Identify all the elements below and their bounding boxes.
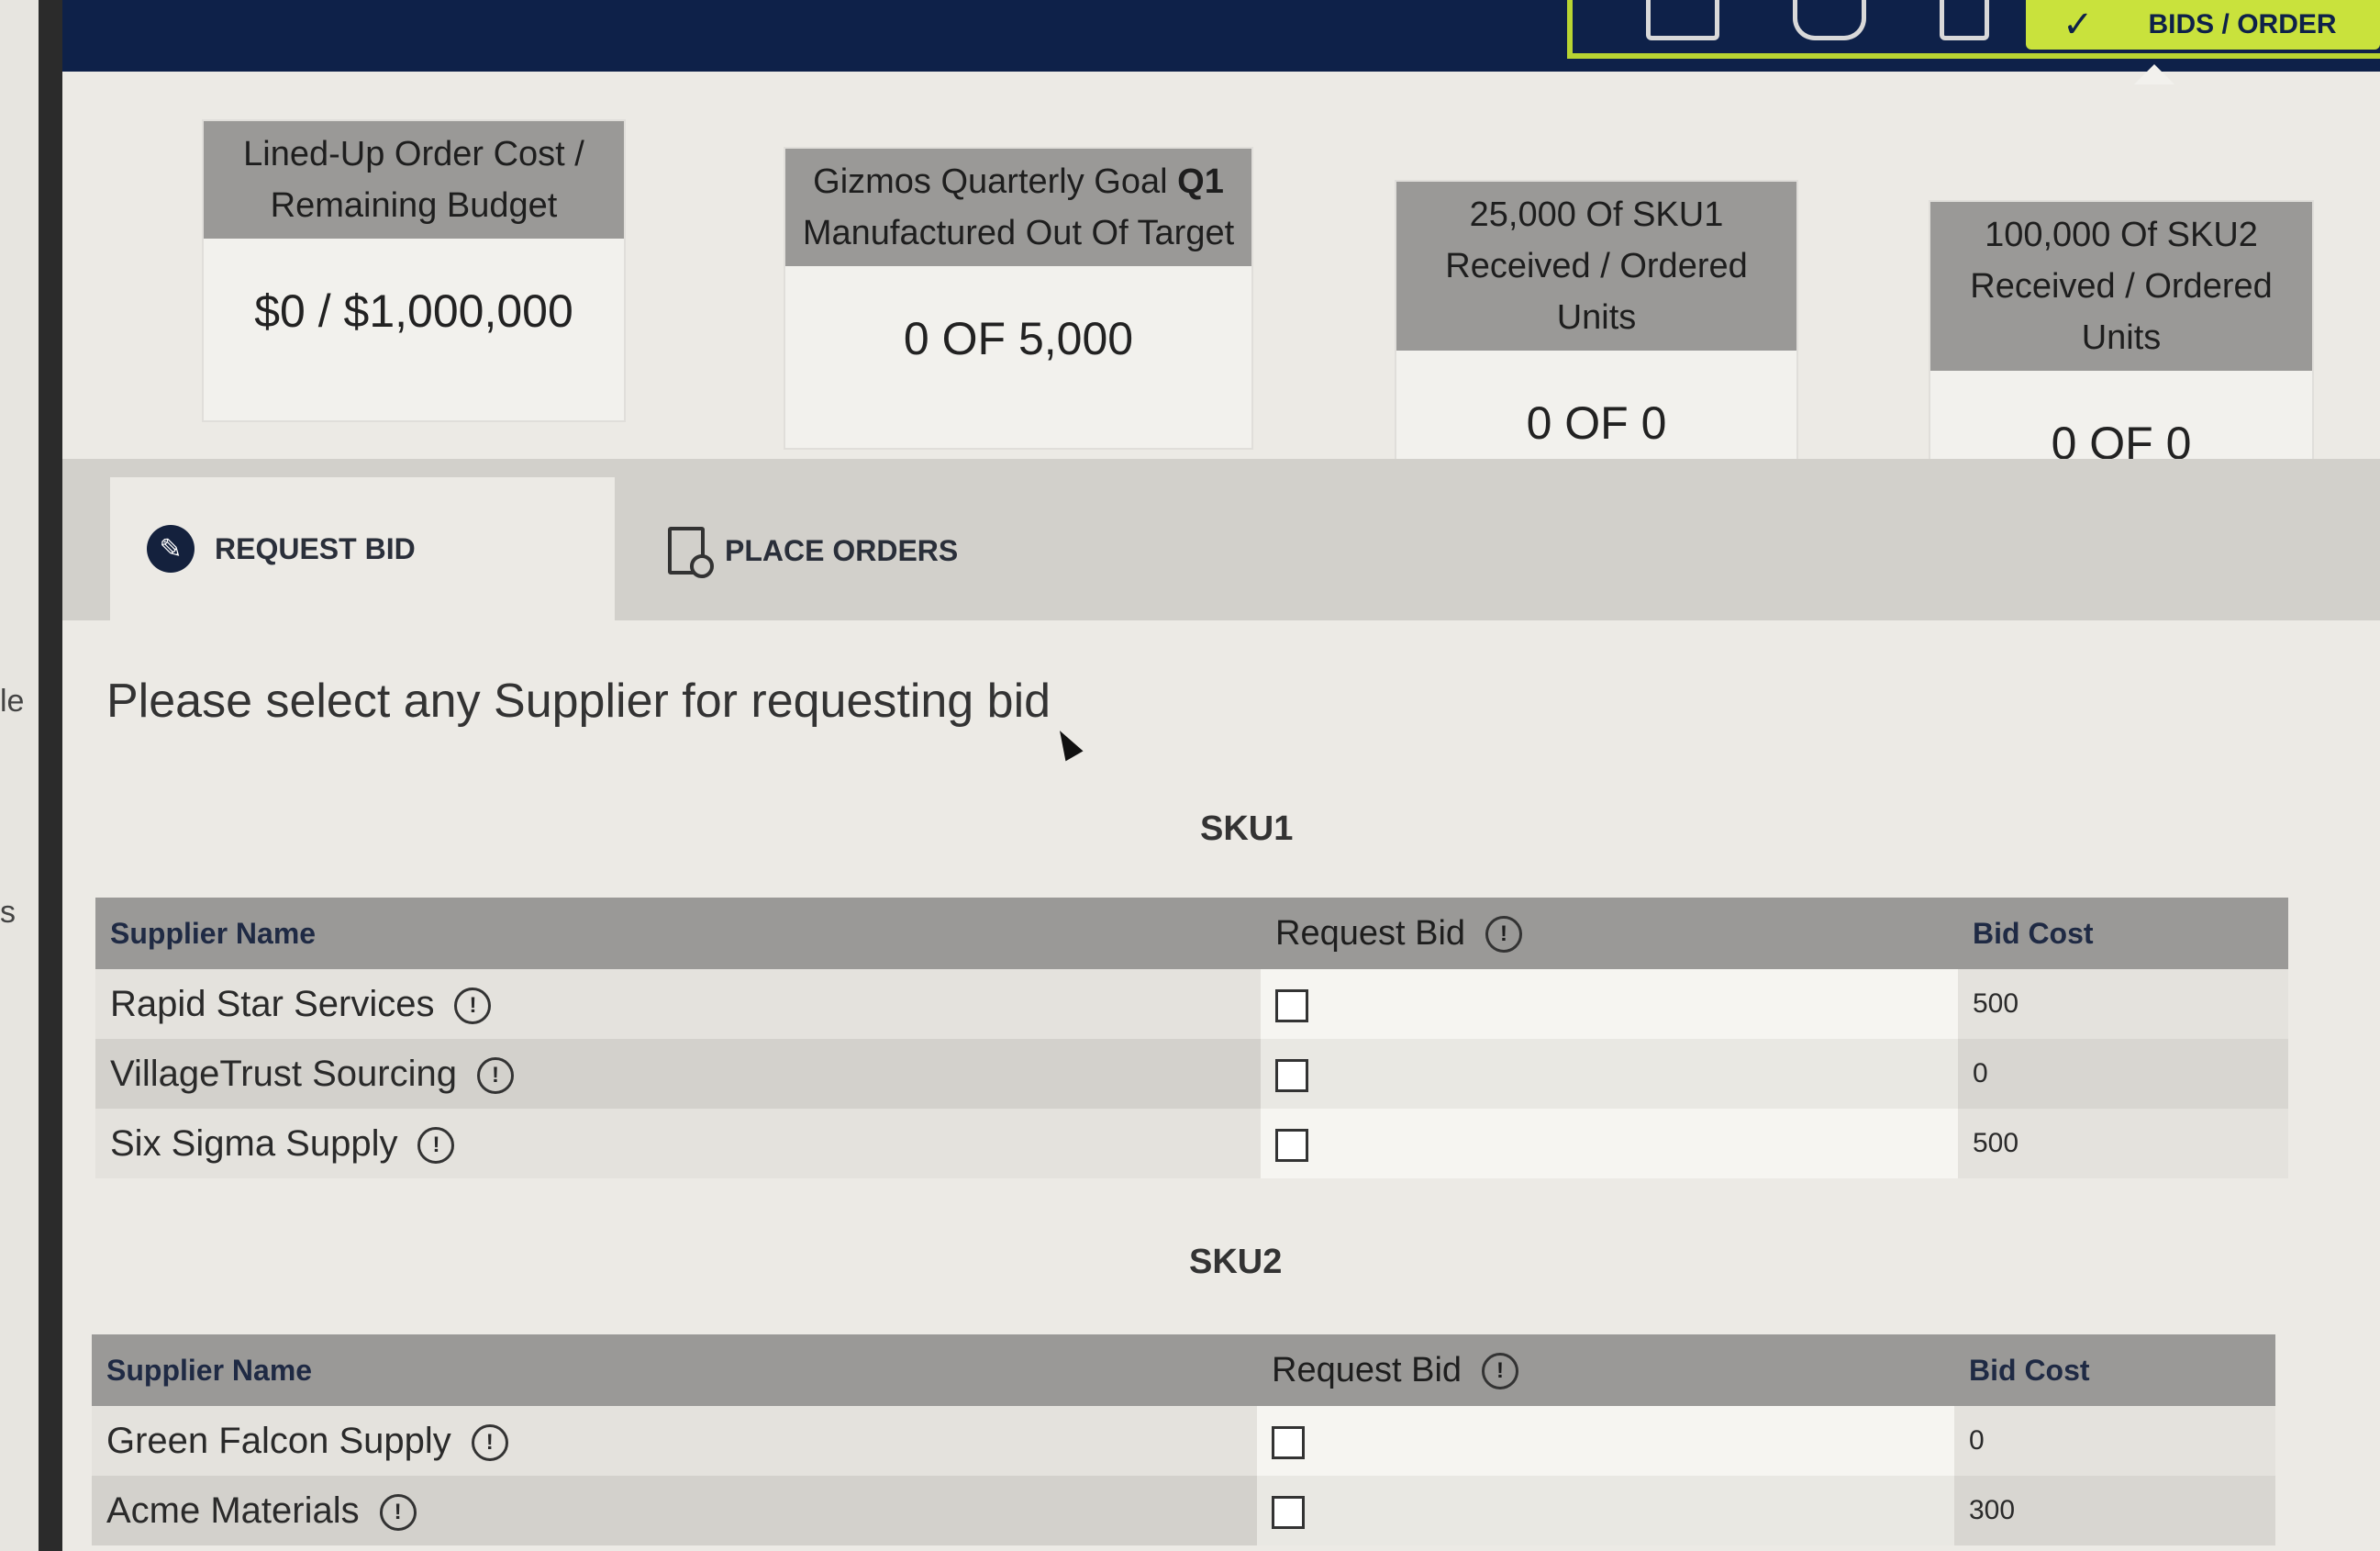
kpi-header-quarter: Q1 (1177, 162, 1224, 201)
request-bid-cell (1261, 1109, 1958, 1178)
screen-frame: le s ✓ BIDS / ORDER Lined-Up Order Cost … (0, 0, 2380, 1551)
request-bid-cell (1257, 1406, 1954, 1476)
supplier-name: Rapid Star Services (110, 983, 435, 1024)
document-search-icon (668, 527, 714, 578)
request-bid-panel: Please select any Supplier for requestin… (62, 620, 2380, 1551)
supplier-name: Six Sigma Supply (110, 1122, 398, 1164)
info-icon[interactable]: ! (1485, 916, 1523, 954)
tab-strip: ✎ REQUEST BID PLACE ORDERS (62, 459, 2380, 620)
table-row: Acme Materials! 300 (92, 1476, 2275, 1545)
gavel-icon: ✎ (147, 525, 195, 573)
instruction-text: Please select any Supplier for requestin… (106, 675, 1051, 728)
column-header-request-bid: Request Bid! (1257, 1334, 1954, 1406)
kpi-value: $0 / $1,000,000 (254, 285, 573, 337)
request-bid-cell (1261, 1039, 1958, 1109)
table-row: Six Sigma Supply! 500 (95, 1109, 2288, 1178)
kpi-value: 0 OF 0 (2051, 418, 2192, 469)
chat-icon[interactable] (1793, 0, 1866, 40)
kpi-header-line: Received / Ordered Units (1445, 247, 1748, 337)
bids-order-button[interactable]: ✓ BIDS / ORDER (2026, 0, 2380, 50)
bid-cost: 0 (1958, 1039, 2288, 1109)
tab-label: REQUEST BID (215, 531, 416, 565)
kpi-header: 100,000 Of SKU2 Received / Ordered Units (1930, 202, 2312, 371)
table-row: Rapid Star Services! 500 (95, 969, 2288, 1039)
request-bid-checkbox[interactable] (1275, 988, 1308, 1022)
background-window-text: s (0, 895, 16, 930)
supplier-name-cell: VillageTrust Sourcing! (95, 1039, 1261, 1109)
sku1-title: SKU1 (1200, 809, 1294, 848)
kpi-header-line: Manufactured Out Of Target (802, 214, 1235, 252)
request-bid-checkbox[interactable] (1272, 1425, 1305, 1459)
info-icon[interactable]: ! (471, 1423, 508, 1461)
sku2-supplier-table: Supplier Name Request Bid! Bid Cost Gree… (92, 1334, 2275, 1545)
kpi-header-line: 25,000 Of SKU1 (1469, 195, 1724, 234)
tab-label: PLACE ORDERS (725, 533, 959, 567)
active-indicator-notch (2134, 64, 2174, 84)
request-bid-checkbox[interactable] (1275, 1058, 1308, 1092)
kpi-header-line: Gizmos Quarterly Goal Q1 (795, 156, 1242, 207)
bid-cost: 0 (1954, 1406, 2275, 1476)
column-header-supplier: Supplier Name (95, 898, 1261, 969)
kpi-value: 0 OF 0 (1526, 397, 1667, 449)
kpi-header: 25,000 Of SKU1 Received / Ordered Units (1396, 182, 1796, 351)
bid-cost: 500 (1958, 1109, 2288, 1178)
checkmark-icon: ✓ (2063, 5, 2094, 45)
request-bid-cell (1261, 969, 1958, 1039)
supplier-name: Green Falcon Supply (106, 1420, 451, 1461)
tab-request-bid[interactable]: ✎ REQUEST BID (110, 477, 615, 620)
supplier-name-cell: Rapid Star Services! (95, 969, 1261, 1039)
column-header-label: Request Bid (1275, 913, 1466, 953)
kpi-header: Gizmos Quarterly Goal Q1 Manufactured Ou… (785, 149, 1251, 266)
request-bid-checkbox[interactable] (1272, 1495, 1305, 1529)
top-navigation-bar: ✓ BIDS / ORDER (62, 0, 2380, 84)
info-icon[interactable]: ! (379, 1493, 417, 1531)
window-border (39, 0, 62, 1551)
column-header-bid-cost: Bid Cost (1954, 1334, 2275, 1406)
info-icon[interactable]: ! (476, 1056, 514, 1094)
supplier-name: Acme Materials (106, 1490, 360, 1531)
bid-cost: 500 (1958, 969, 2288, 1039)
kpi-header-line: Remaining Budget (270, 186, 558, 225)
table-row: Green Falcon Supply! 0 (92, 1406, 2275, 1476)
supplier-name-cell: Green Falcon Supply! (92, 1406, 1257, 1476)
procurement-app: ✓ BIDS / ORDER Lined-Up Order Cost / Rem… (62, 0, 2380, 1551)
table-row: VillageTrust Sourcing! 0 (95, 1039, 2288, 1109)
background-window-text: le (0, 684, 25, 719)
bid-cost: 300 (1954, 1476, 2275, 1545)
info-icon[interactable]: ! (417, 1126, 455, 1164)
table-header-row: Supplier Name Request Bid! Bid Cost (92, 1334, 2275, 1406)
kpi-header-line: 100,000 Of SKU2 (1985, 216, 2258, 254)
kpi-header-line: Lined-Up Order Cost / (243, 135, 584, 173)
bids-order-label: BIDS / ORDER (2148, 9, 2337, 39)
column-header-request-bid: Request Bid! (1261, 898, 1958, 969)
mail-icon[interactable] (1646, 0, 1719, 40)
sku1-supplier-table: Supplier Name Request Bid! Bid Cost Rapi… (95, 898, 2288, 1178)
request-bid-cell (1257, 1476, 1954, 1545)
info-icon[interactable]: ! (1482, 1353, 1519, 1390)
kpi-value: 0 OF 5,000 (903, 313, 1134, 364)
kpi-header-line: Received / Ordered Units (1970, 267, 2273, 357)
request-bid-checkbox[interactable] (1275, 1128, 1308, 1162)
kpi-card-quarterly-goal: Gizmos Quarterly Goal Q1 Manufactured Ou… (784, 147, 1253, 450)
kpi-card-sku2-units: 100,000 Of SKU2 Received / Ordered Units… (1929, 200, 2314, 479)
supplier-name: VillageTrust Sourcing (110, 1053, 457, 1094)
kpi-header-text: Gizmos Quarterly Goal (813, 162, 1178, 201)
kpi-header: Lined-Up Order Cost / Remaining Budget (204, 121, 624, 239)
supplier-name-cell: Six Sigma Supply! (95, 1109, 1261, 1178)
supplier-name-cell: Acme Materials! (92, 1476, 1257, 1545)
tab-place-orders[interactable]: PLACE ORDERS (650, 496, 958, 606)
table-header-row: Supplier Name Request Bid! Bid Cost (95, 898, 2288, 969)
column-header-supplier: Supplier Name (92, 1334, 1257, 1406)
info-icon[interactable]: ! (454, 987, 492, 1024)
background-window-edge: le s (0, 0, 39, 1551)
kpi-card-sku1-units: 25,000 Of SKU1 Received / Ordered Units … (1395, 180, 1798, 464)
sku2-title: SKU2 (1189, 1243, 1283, 1281)
mouse-cursor-icon (1051, 725, 1084, 762)
column-header-label: Request Bid (1272, 1350, 1462, 1389)
notes-icon[interactable] (1940, 0, 1989, 40)
kpi-card-budget: Lined-Up Order Cost / Remaining Budget $… (202, 119, 626, 422)
column-header-bid-cost: Bid Cost (1958, 898, 2288, 969)
